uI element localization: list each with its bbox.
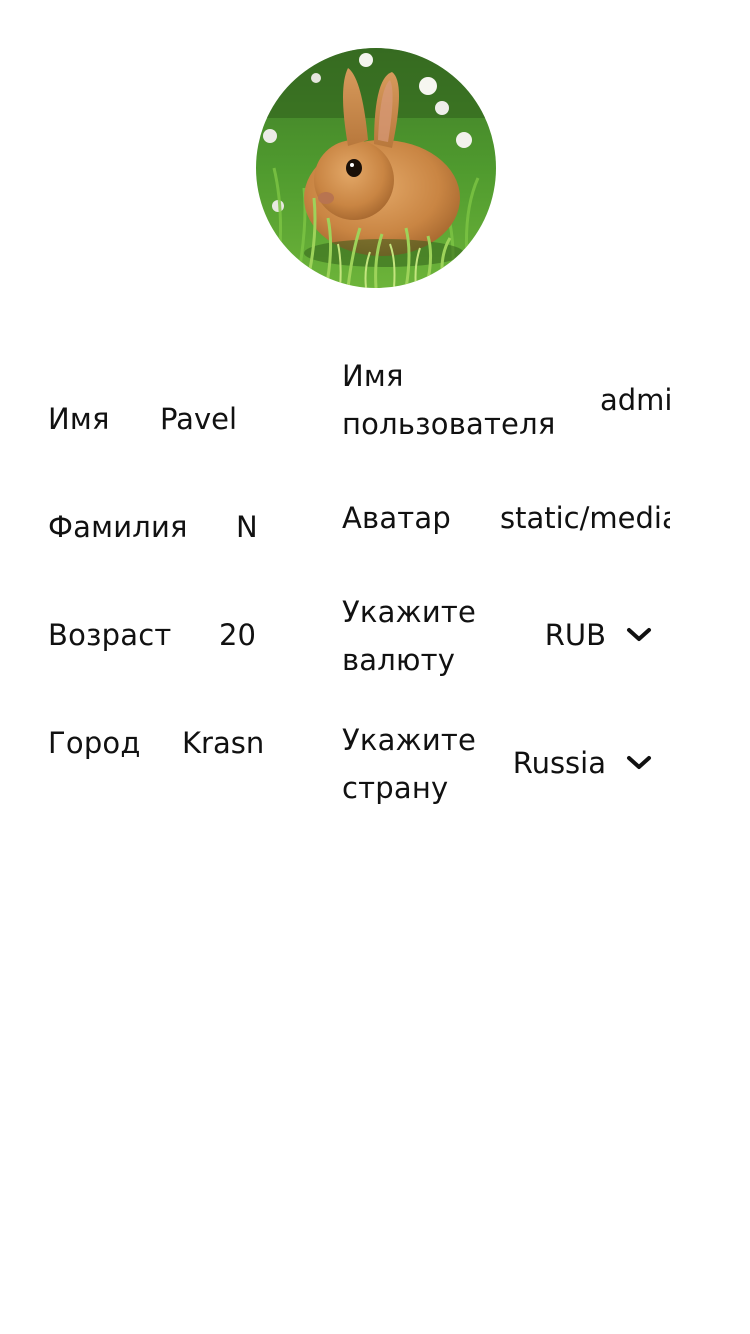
avatar-label: Аватар bbox=[342, 501, 451, 535]
age-label: Возраст bbox=[48, 618, 172, 652]
rabbit-image bbox=[256, 48, 496, 288]
chevron-down-icon bbox=[627, 756, 651, 769]
currency-label-line1: Укажите bbox=[342, 595, 477, 629]
city-label: Город bbox=[48, 726, 141, 760]
last-name-input[interactable] bbox=[236, 503, 296, 551]
username-input[interactable] bbox=[600, 376, 670, 424]
currency-label-line2: валюту bbox=[342, 643, 456, 677]
chevron-down-icon bbox=[627, 628, 651, 641]
country-select[interactable]: Russia bbox=[490, 739, 654, 787]
avatar-path-input[interactable] bbox=[500, 494, 670, 542]
first-name-input[interactable] bbox=[160, 395, 280, 443]
currency-selected-value: RUB bbox=[544, 618, 606, 652]
city-input[interactable] bbox=[182, 719, 266, 767]
last-name-label: Фамилия bbox=[48, 510, 188, 544]
age-input[interactable] bbox=[219, 611, 289, 659]
country-selected-value: Russia bbox=[512, 746, 606, 780]
profile-avatar[interactable] bbox=[256, 48, 496, 288]
country-label-line2: страну bbox=[342, 771, 449, 805]
username-label-line2: пользователя bbox=[342, 407, 556, 441]
currency-select[interactable]: RUB bbox=[500, 611, 654, 659]
username-label-line1: Имя bbox=[342, 359, 404, 393]
profile-screen: Имя Фамилия Возраст Город Имя пользовате… bbox=[0, 0, 750, 1334]
first-name-label: Имя bbox=[48, 402, 110, 436]
country-label-line1: Укажите bbox=[342, 723, 477, 757]
